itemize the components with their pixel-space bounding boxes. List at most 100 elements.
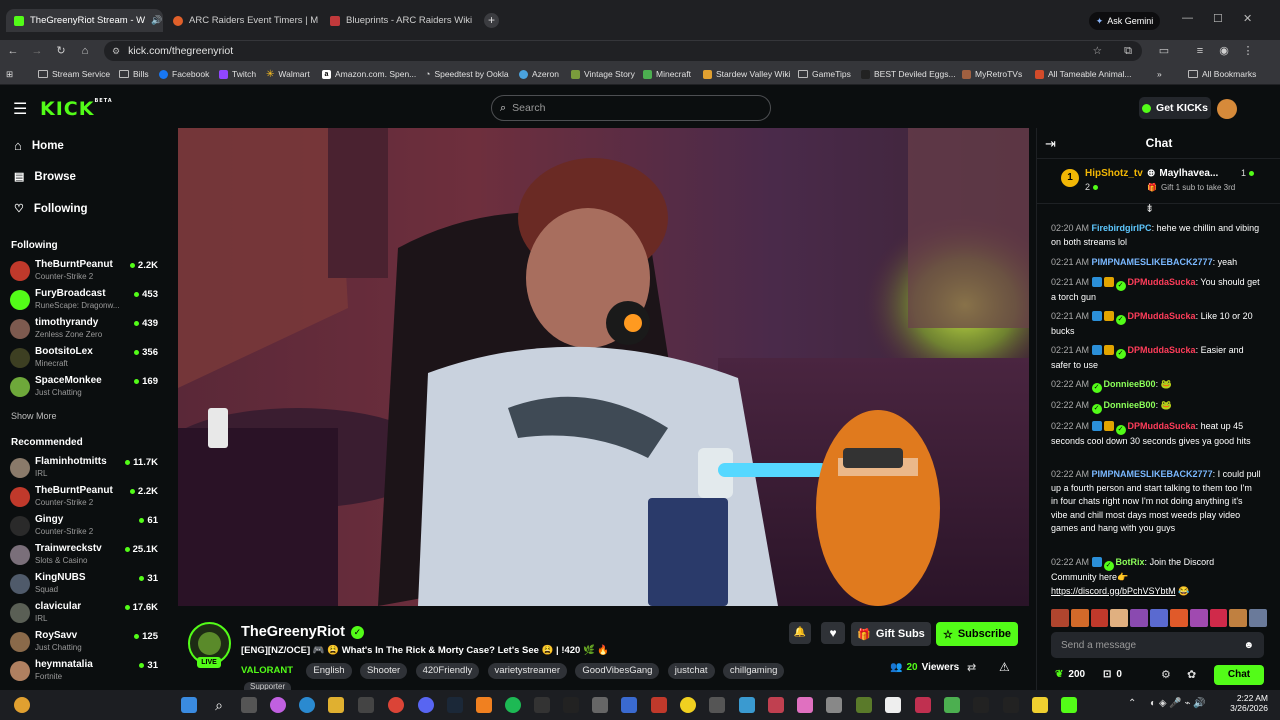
channel-item[interactable]: timothyrandy Zenless Zone Zero 439: [10, 315, 162, 343]
nav-browse[interactable]: ▤ Browse: [14, 170, 76, 184]
msg-user[interactable]: BotRix: [1116, 557, 1145, 567]
tray-chevron-icon[interactable]: ⌃: [1128, 698, 1136, 709]
bookmark-speedtest[interactable]: ◔ Speedtest by Ookla: [425, 67, 509, 81]
bookmark-deviled-eggs[interactable]: BEST Deviled Eggs...: [861, 67, 956, 81]
cast-icon[interactable]: ▭: [1156, 43, 1172, 59]
copilot-icon[interactable]: [270, 697, 286, 713]
discord-link[interactable]: https://discord.gg/bPchVSYbtM: [1051, 586, 1176, 596]
channel-name[interactable]: TheGreenyRiot: [241, 624, 345, 640]
emote-icon[interactable]: [1051, 609, 1069, 627]
app-icon[interactable]: [797, 697, 813, 713]
clock[interactable]: 2:22 AM 3/26/2026: [1224, 693, 1268, 713]
video-player[interactable]: [178, 128, 1029, 606]
emote-icon[interactable]: [1130, 609, 1149, 627]
app-icon[interactable]: [768, 697, 784, 713]
msg-user[interactable]: DonnieeB00: [1104, 379, 1156, 389]
nav-home[interactable]: ⌂ Home: [14, 138, 64, 153]
windows-start-icon[interactable]: [181, 697, 197, 713]
hamburger-menu-icon[interactable]: ☰: [13, 99, 27, 119]
tag[interactable]: chillgaming: [722, 663, 785, 679]
emote-icon[interactable]: [1150, 609, 1168, 627]
menu-dots-icon[interactable]: ⋮: [1240, 43, 1256, 59]
channel-points[interactable]: ❦ 200: [1055, 669, 1085, 680]
bookmark-star-icon[interactable]: ☆: [1093, 45, 1102, 57]
channel-item[interactable]: clavicular IRL 17.6K: [10, 599, 162, 627]
all-bookmarks[interactable]: All Bookmarks: [1188, 67, 1256, 81]
app-icon[interactable]: [534, 697, 550, 713]
chat-message-input[interactable]: Send a message ☻: [1051, 632, 1264, 658]
bookmark-bills[interactable]: Bills: [119, 67, 149, 81]
app-icon[interactable]: [885, 697, 901, 713]
close-tab-icon[interactable]: ✕: [478, 15, 479, 26]
bookmark-azeron[interactable]: Azeron: [519, 67, 559, 81]
app-icon[interactable]: [1003, 697, 1019, 713]
bookmark-minecraft[interactable]: Minecraft: [643, 67, 691, 81]
edge-icon[interactable]: [299, 697, 315, 713]
tag[interactable]: varietystreamer: [487, 663, 568, 679]
app-icon[interactable]: [1032, 697, 1048, 713]
msg-user[interactable]: DPMuddaSucka: [1128, 345, 1196, 355]
home-icon[interactable]: ⌂: [77, 43, 93, 59]
tab-kick-stream[interactable]: TheGreenyRiot Stream - W 🔊 ✕: [6, 9, 163, 32]
speaker-icon[interactable]: 🔊: [151, 15, 162, 26]
msg-user[interactable]: PIMPNAMESLIKEBACK2777: [1092, 257, 1213, 267]
new-tab-button[interactable]: +: [484, 13, 499, 28]
app-icon[interactable]: [651, 697, 667, 713]
bookmark-stardew[interactable]: Stardew Valley Wiki: [703, 67, 790, 81]
bookmark-tameable-animals[interactable]: All Tameable Animal...: [1035, 67, 1131, 81]
emote-icon[interactable]: [1169, 609, 1188, 627]
kicks-balance[interactable]: ⊡ 0: [1103, 669, 1122, 680]
app-icon[interactable]: [915, 697, 931, 713]
kick-logo[interactable]: KICKBETA: [40, 98, 113, 120]
channel-item[interactable]: Flaminhotmitts IRL 11.7K: [10, 454, 162, 482]
notification-bell-icon[interactable]: 🔔: [789, 622, 811, 644]
emote-icon[interactable]: [1090, 609, 1109, 627]
channel-item[interactable]: RoySavv Just Chatting 125: [10, 628, 162, 656]
app-icon[interactable]: [709, 697, 725, 713]
back-icon[interactable]: ←: [5, 43, 21, 59]
emote-icon[interactable]: [1110, 609, 1129, 627]
share-icon[interactable]: ⇄: [967, 661, 976, 674]
send-chat-button[interactable]: Chat: [1214, 665, 1264, 685]
address-bar[interactable]: ⚙ kick.com/thegreenyriot ☆: [104, 41, 1142, 61]
bookmark-vintage-story[interactable]: Vintage Story: [571, 67, 635, 81]
expand-leaderboard-icon[interactable]: ⇟: [1145, 202, 1154, 215]
site-info-icon[interactable]: ⚙: [112, 46, 120, 57]
tray-icons[interactable]: ◐ ◈ 🎤 ⌁ 🔊: [1150, 698, 1206, 709]
report-icon[interactable]: ⚠: [999, 660, 1010, 674]
msg-user[interactable]: FirebirdgirlPC: [1092, 223, 1152, 233]
app-icon[interactable]: [1061, 697, 1077, 713]
store-icon[interactable]: [358, 697, 374, 713]
channel-item[interactable]: TheBurntPeanut Counter-Strike 2 2.2K: [10, 257, 162, 285]
nav-following[interactable]: ♡ Following: [14, 202, 88, 216]
reload-icon[interactable]: ↻: [53, 43, 69, 59]
chat-extensions-icon[interactable]: ✿: [1187, 668, 1196, 681]
gift-subs-button[interactable]: 🎁 Gift Subs: [851, 622, 931, 646]
bookmark-amazon[interactable]: a Amazon.com. Spen...: [322, 67, 416, 81]
channel-item[interactable]: FuryBroadcast RuneScape: Dragonw... 453: [10, 286, 162, 314]
extensions-icon[interactable]: ⧉: [1120, 43, 1136, 59]
msg-user[interactable]: DPMuddaSucka: [1128, 311, 1196, 321]
emote-icon[interactable]: [1070, 609, 1089, 627]
tag[interactable]: GoodVibesGang: [575, 663, 660, 679]
channel-item[interactable]: Trainwreckstv Slots & Casino 25.1K: [10, 541, 162, 569]
widgets-icon[interactable]: [14, 697, 30, 713]
emote-icon[interactable]: [1189, 609, 1208, 627]
emoji-picker-icon[interactable]: ☻: [1243, 640, 1254, 651]
more-bookmarks-icon[interactable]: »: [1157, 67, 1162, 81]
msg-user[interactable]: PIMPNAMESLIKEBACK2777: [1092, 469, 1213, 479]
search-input[interactable]: ⌕ Search: [491, 95, 771, 121]
app-icon[interactable]: [739, 697, 755, 713]
spotify-icon[interactable]: [505, 697, 521, 713]
tab-arc-event-timers[interactable]: ARC Raiders Event Timers | Me ✕: [165, 9, 318, 32]
tag[interactable]: English: [306, 663, 352, 679]
close-window-icon[interactable]: ✕: [1243, 12, 1252, 25]
steam-icon[interactable]: [447, 697, 463, 713]
file-explorer-icon[interactable]: [328, 697, 344, 713]
app-icon[interactable]: [973, 697, 989, 713]
category-link[interactable]: VALORANT: [241, 665, 293, 676]
bookmark-gametips[interactable]: GameTips: [798, 67, 851, 81]
channel-item[interactable]: KingNUBS Squad 31: [10, 570, 162, 598]
channel-item[interactable]: Gingy Counter-Strike 2 61: [10, 512, 162, 540]
subscribe-button[interactable]: ☆ Subscribe: [936, 622, 1018, 646]
